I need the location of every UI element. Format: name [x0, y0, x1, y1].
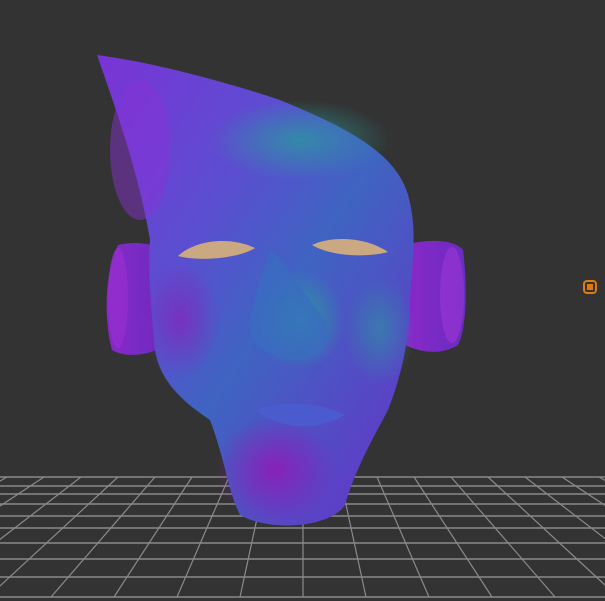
transform-pivot-icon[interactable] [583, 280, 597, 294]
sculpt-model[interactable] [0, 0, 605, 601]
3d-viewport[interactable] [0, 0, 605, 601]
